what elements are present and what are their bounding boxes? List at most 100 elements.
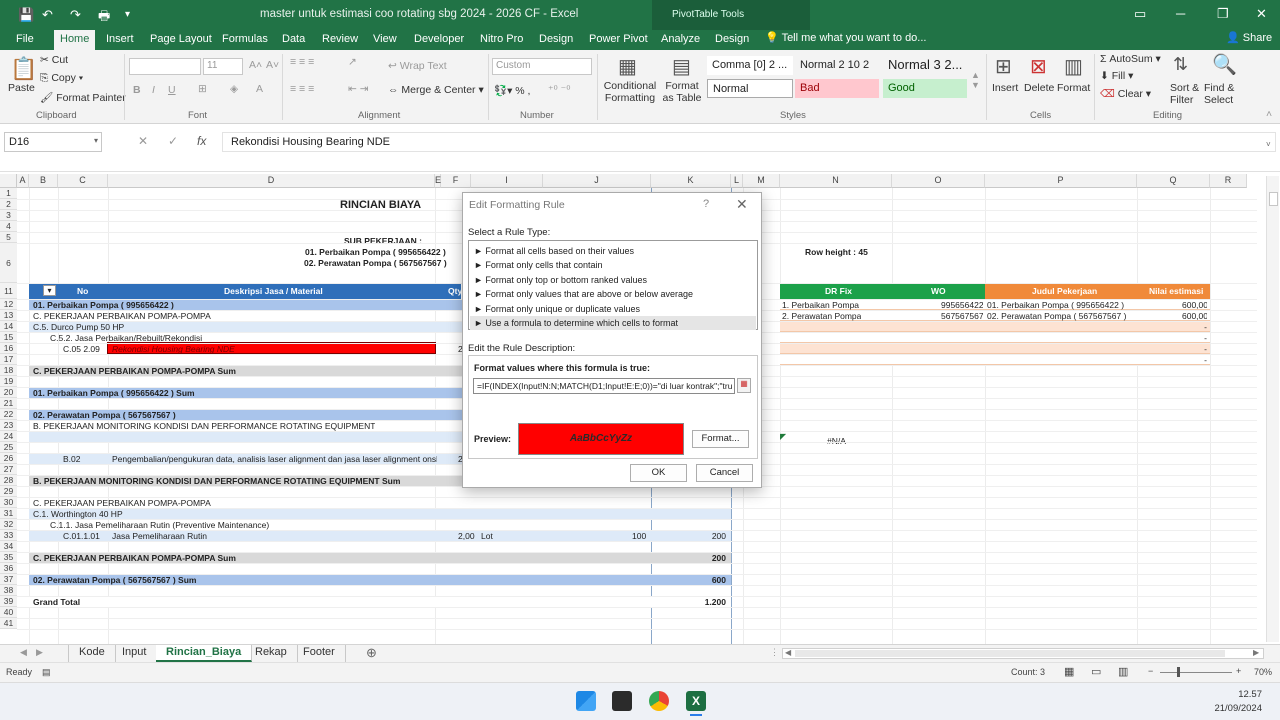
fill-button[interactable]: ⬇ Fill ▾ [1100, 70, 1133, 82]
autosum-button[interactable]: Σ AutoSum ▾ [1100, 53, 1161, 65]
fill-color-icon[interactable]: ◈ [230, 83, 238, 95]
column-header[interactable]: A [17, 174, 29, 188]
h-scroll-thumb[interactable] [795, 650, 1225, 657]
row-header[interactable]: 4 [0, 221, 17, 232]
chrome-icon[interactable] [649, 691, 669, 711]
tab-home[interactable]: Home [54, 30, 96, 50]
right-table-row[interactable] [780, 343, 1210, 354]
redo-icon[interactable]: ↷ [70, 7, 81, 23]
rule-type-option[interactable]: ► Format only cells that contain [470, 258, 756, 272]
tab-nitro-pro[interactable]: Nitro Pro [474, 30, 529, 50]
item-total-cell[interactable]: 200 [704, 531, 726, 541]
tab-view[interactable]: View [367, 30, 403, 50]
accounting-format-icon[interactable]: 💱▾ % , [494, 84, 530, 97]
row-header[interactable]: 27 [0, 464, 17, 475]
sheet-tab-rincian-biaya[interactable]: Rincian_Biaya [156, 645, 253, 662]
rule-type-option[interactable]: ► Format only top or bottom ranked value… [470, 273, 756, 287]
horizontal-scrollbar[interactable]: ◀ ▶ [782, 648, 1264, 659]
tell-me-search[interactable]: 💡 Tell me what you want to do... [765, 31, 926, 44]
dialog-close-icon[interactable]: ✕ [736, 196, 748, 213]
rule-type-list[interactable]: ► Format all cells based on their values… [468, 240, 758, 330]
row-header[interactable]: 30 [0, 497, 17, 508]
right-table-cell[interactable]: 567567567 [941, 311, 983, 321]
item-code-cell[interactable]: C. PEKERJAAN PERBAIKAN POMPA-POMPA [33, 311, 211, 321]
row-header[interactable]: 40 [0, 607, 17, 618]
orientation-icon[interactable]: ↗ [348, 56, 357, 68]
conditional-formatting-button[interactable]: Conditional Formatting [601, 80, 659, 104]
item-code-cell[interactable]: C.1. Worthington 40 HP [33, 509, 123, 519]
filter-dropdown-icon[interactable]: ▾ [43, 285, 56, 296]
right-table-cell[interactable]: 02. Perawatan Pompa ( 567567567 ) [987, 311, 1126, 321]
column-header[interactable]: M [743, 174, 780, 188]
bold-button[interactable]: B [133, 84, 141, 96]
grow-font-icon[interactable]: A˄ [249, 59, 262, 71]
table-row[interactable] [29, 563, 731, 574]
scroll-tabs-right-icon[interactable]: ▶ [36, 647, 43, 658]
row-header[interactable]: 19 [0, 376, 17, 387]
row-header[interactable]: 31 [0, 508, 17, 519]
sheet-tab-rekap[interactable]: Rekap [245, 645, 298, 662]
delete-cells-icon[interactable]: ⊠ [1030, 54, 1047, 79]
item-qty-cell[interactable]: 2,00 [458, 531, 475, 541]
item-code-cell[interactable]: Grand Total [33, 597, 80, 607]
tab-page-layout[interactable]: Page Layout [144, 30, 218, 50]
table-row[interactable] [29, 585, 731, 596]
format-painter-button[interactable]: 🖌 Format Painter [40, 91, 126, 104]
conditional-formatting-icon[interactable]: ▦ [618, 54, 637, 79]
borders-icon[interactable]: ⊞ [198, 83, 207, 95]
na-error-cell[interactable]: #N/A [827, 436, 846, 446]
item-code-cell[interactable]: B. PEKERJAAN MONITORING KONDISI DAN PERF… [33, 476, 400, 486]
cut-button[interactable]: ✂ Cut [40, 54, 68, 66]
item-code-cell[interactable]: B.02 [63, 454, 81, 464]
row-header[interactable]: 21 [0, 398, 17, 409]
zoom-in-icon[interactable]: + [1236, 666, 1241, 676]
windows-start-icon[interactable] [576, 691, 596, 711]
page-layout-view-icon[interactable]: ▭ [1091, 665, 1101, 678]
name-box[interactable]: D16 ▾ [4, 132, 102, 152]
item-code-cell[interactable]: C.05 2.09 [63, 344, 100, 354]
table-row[interactable] [29, 508, 731, 519]
insert-cells-button[interactable]: Insert [992, 82, 1018, 94]
zoom-slider-thumb[interactable] [1177, 667, 1180, 677]
tab-review[interactable]: Review [316, 30, 364, 50]
style-normal-3[interactable]: Normal 3 2... [883, 54, 969, 73]
excel-icon[interactable]: X [686, 691, 706, 711]
column-header[interactable]: O [892, 174, 985, 188]
rule-formula-input[interactable]: =IF(INDEX(Input!N:N;MATCH(D1;Input!E:E;0… [473, 378, 735, 394]
row-header[interactable]: 39 [0, 596, 17, 607]
row-header[interactable]: 23 [0, 420, 17, 431]
row-header[interactable]: 6 [0, 243, 17, 283]
rule-type-option-selected[interactable]: ► Use a formula to determine which cells… [470, 316, 756, 330]
row-header[interactable]: 26 [0, 453, 17, 464]
item-code-cell[interactable]: C. PEKERJAAN PERBAIKAN POMPA-POMPA Sum [33, 553, 236, 563]
table-row[interactable] [29, 596, 731, 607]
undo-icon[interactable]: ↶ [42, 7, 53, 23]
style-good[interactable]: Good [883, 79, 967, 98]
close-icon[interactable]: ✕ [1256, 6, 1267, 22]
right-table-cell[interactable]: - [1182, 322, 1207, 332]
row-header[interactable]: 17 [0, 354, 17, 365]
column-header[interactable]: D [108, 174, 435, 188]
item-description-cell[interactable]: Jasa Pemeliharaan Rutin [112, 531, 437, 541]
tab-power-pivot[interactable]: Power Pivot [583, 30, 654, 50]
sort-filter-button[interactable]: Sort & Filter [1170, 82, 1202, 106]
decimal-icon[interactable]: ⁺⁰ ⁻⁰ [548, 84, 570, 96]
item-code-cell[interactable]: C. PEKERJAAN PERBAIKAN POMPA-POMPA Sum [33, 366, 236, 376]
row-header[interactable]: 3 [0, 210, 17, 221]
column-header[interactable]: K [651, 174, 731, 188]
row-header[interactable]: 5 [0, 232, 17, 243]
right-table-cell[interactable]: - [1182, 333, 1207, 343]
column-header[interactable]: L [731, 174, 743, 188]
minimize-icon[interactable]: ─ [1176, 6, 1185, 21]
right-table-cell[interactable]: 600,00 [1182, 300, 1207, 310]
underline-button[interactable]: U [168, 84, 176, 96]
tab-split-icon[interactable]: ⋮ [770, 647, 779, 658]
row-header[interactable]: 38 [0, 585, 17, 596]
row-header[interactable]: 2 [0, 199, 17, 210]
scroll-thumb[interactable] [1269, 192, 1278, 206]
right-table-row[interactable] [780, 321, 1210, 332]
font-color-icon[interactable]: A [256, 83, 263, 95]
right-table-cell[interactable]: 01. Perbaikan Pompa ( 995656422 ) [987, 300, 1124, 310]
customize-toolbar-icon[interactable]: ▾ [125, 9, 130, 20]
zoom-slider[interactable] [1160, 672, 1232, 673]
